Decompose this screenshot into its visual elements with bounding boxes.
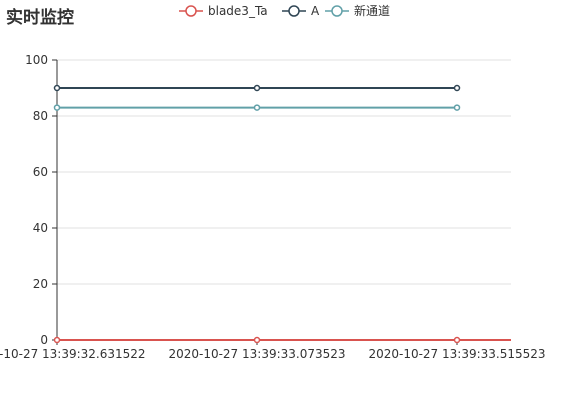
legend-item[interactable]: 新通道 bbox=[325, 3, 390, 18]
legend-item[interactable]: A bbox=[282, 4, 320, 18]
legend-marker-icon bbox=[185, 5, 197, 17]
data-point-blade3-ta[interactable] bbox=[453, 336, 461, 344]
data-point--[interactable] bbox=[253, 104, 261, 111]
y-axis-tick-label: 40 bbox=[33, 221, 48, 235]
line-chart: blade3_Ta A 新通道 0 20 40 60 80 100 2020-10-27 13:… bbox=[0, 3, 546, 361]
y-axis-tick-label: 60 bbox=[33, 165, 48, 179]
data-point--[interactable] bbox=[453, 104, 461, 111]
y-axis-tick-label: 20 bbox=[33, 277, 48, 291]
x-axis-tick-label: 2020-10-27 13:39:32.631522 bbox=[0, 347, 146, 361]
legend-label: 新通道 bbox=[354, 3, 390, 18]
y-axis-tick-label: 80 bbox=[33, 109, 48, 123]
data-point-blade3-ta[interactable] bbox=[253, 336, 261, 344]
legend-label: A bbox=[311, 4, 320, 18]
data-point-a[interactable] bbox=[453, 84, 461, 92]
x-axis-tick-label: 2020-10-27 13:39:33.515523 bbox=[368, 347, 545, 361]
chart-series bbox=[53, 84, 461, 344]
legend-item[interactable]: blade3_Ta bbox=[179, 4, 268, 18]
chart-axes: 0 20 40 60 80 100 2020-10-27 13:39:32.631522 20… bbox=[0, 53, 546, 361]
data-point--[interactable] bbox=[53, 104, 61, 111]
data-point-a[interactable] bbox=[53, 84, 61, 92]
data-point-blade3-ta[interactable] bbox=[53, 336, 61, 344]
legend-marker-icon bbox=[331, 5, 343, 17]
y-axis-tick-label: 100 bbox=[25, 53, 48, 67]
x-axis-tick-label: 2020-10-27 13:39:33.073523 bbox=[168, 347, 345, 361]
legend-label: blade3_Ta bbox=[208, 4, 268, 18]
chart-gridlines bbox=[57, 59, 511, 285]
y-axis-tick-label: 0 bbox=[40, 333, 48, 347]
chart-legend: blade3_Ta A 新通道 bbox=[179, 3, 390, 18]
legend-marker-icon bbox=[288, 5, 300, 17]
data-point-a[interactable] bbox=[253, 84, 261, 92]
